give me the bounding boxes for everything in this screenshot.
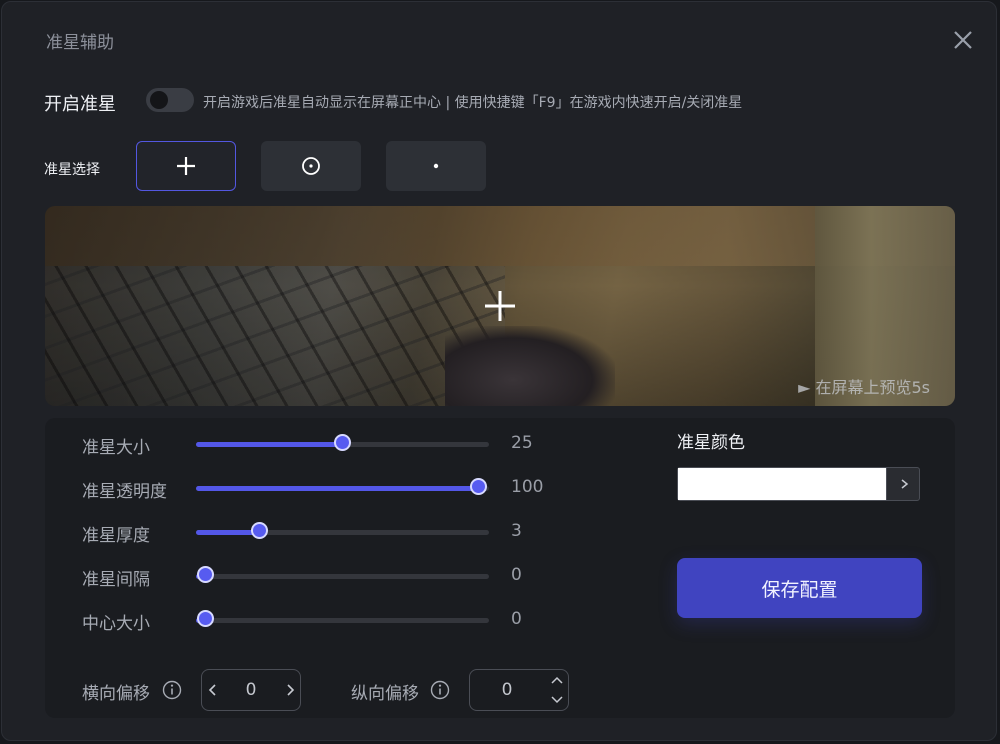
save-config-button[interactable]: 保存配置 [677,558,922,618]
slider-label-thickness: 准星厚度 [82,526,150,546]
toggle-knob [150,91,168,109]
info-icon[interactable] [430,680,450,700]
chevron-down-icon [551,696,563,704]
color-swatch[interactable] [678,468,886,500]
preview-on-screen-button[interactable]: ► 在屏幕上预览5s [798,374,930,398]
slider-thumb[interactable] [333,434,351,451]
slider-thumb[interactable] [469,478,487,495]
crosshair-option-plus[interactable] [136,141,236,191]
crosshair-color-label: 准星颜色 [677,433,745,453]
slider-track-gap[interactable] [196,566,489,583]
vertical-offset-label: 纵向偏移 [351,684,419,704]
crosshair-option-dot[interactable] [386,141,486,191]
slider-label-size: 准星大小 [82,438,150,458]
horizontal-offset-stepper[interactable]: 0 [201,669,301,711]
circle-dot-icon [302,157,320,175]
slider-label-gap: 准星间隔 [82,570,150,590]
slider-value-thickness: 3 [511,521,522,541]
slider-value-gap: 0 [511,565,522,585]
color-picker-open-button[interactable] [886,468,920,500]
horizontal-offset-label: 横向偏移 [82,684,150,704]
chevron-right-icon [287,684,295,696]
enable-hint-text: 开启游戏后准星自动显示在屏幕正中心 | 使用快捷键「F9」在游戏内快速开启/关闭… [203,95,743,111]
dialog-title: 准星辅助 [46,33,114,53]
increase-vertical-offset-button[interactable] [549,672,565,692]
increase-horizontal-offset-button[interactable] [283,682,297,702]
chevron-up-icon [551,676,563,684]
slider-label-opacity: 准星透明度 [82,482,167,502]
crosshair-option-circle-dot[interactable] [261,141,361,191]
slider-track-center-size[interactable] [196,610,489,627]
preview-scene-floor [45,266,505,406]
plus-icon [177,157,195,175]
crosshair-select-label: 准星选择 [44,162,100,178]
enable-crosshair-toggle[interactable] [146,88,194,112]
preview-crosshair-icon [485,291,515,321]
close-icon [954,31,972,49]
vertical-offset-stepper[interactable]: 0 [469,669,569,711]
enable-crosshair-label: 开启准星 [44,94,116,115]
preview-scene-weapon [445,326,615,406]
chevron-right-icon [901,479,908,489]
slider-track-size[interactable] [196,434,489,451]
slider-value-center-size: 0 [511,609,522,629]
slider-fill [196,486,479,491]
slider-track-thickness[interactable] [196,522,489,539]
dot-icon [433,163,439,169]
slider-fill [196,442,343,447]
crosshair-color-picker[interactable] [677,467,920,501]
decrease-vertical-offset-button[interactable] [549,692,565,712]
slider-value-size: 25 [511,433,533,453]
info-icon[interactable] [162,680,182,700]
vertical-offset-value[interactable]: 0 [470,680,544,700]
slider-label-center-size: 中心大小 [82,614,150,634]
slider-track-opacity[interactable] [196,478,489,495]
close-button[interactable] [949,26,977,54]
slider-value-opacity: 100 [511,477,544,497]
